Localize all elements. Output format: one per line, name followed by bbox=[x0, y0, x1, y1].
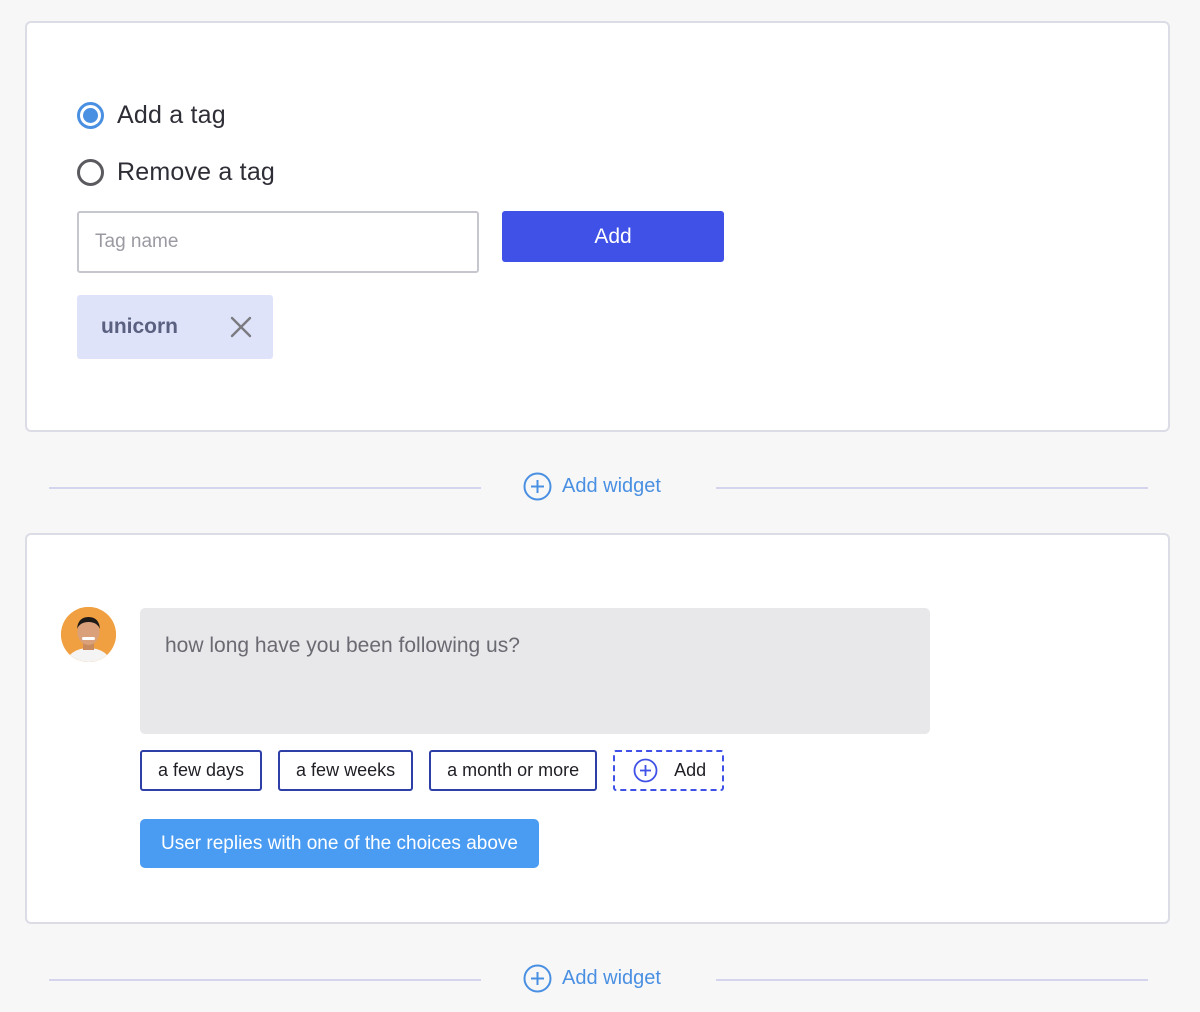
add-widget-label: Add widget bbox=[562, 967, 661, 989]
tag-chip-label: unicorn bbox=[101, 315, 178, 338]
avatar bbox=[61, 607, 116, 662]
add-widget-button[interactable]: Add widget bbox=[523, 472, 661, 501]
tag-widget-card: Add a tag Remove a tag Add unicorn bbox=[25, 21, 1170, 432]
choice-button[interactable]: a few days bbox=[140, 750, 263, 791]
close-icon[interactable] bbox=[229, 315, 253, 339]
plus-circle-icon bbox=[633, 758, 658, 783]
divider-line bbox=[49, 487, 481, 489]
divider-line bbox=[716, 487, 1148, 489]
choice-button[interactable]: a few weeks bbox=[278, 750, 414, 791]
add-widget-button[interactable]: Add widget bbox=[523, 964, 661, 993]
divider-line bbox=[716, 979, 1148, 981]
divider-line bbox=[49, 979, 481, 981]
radio-add-tag[interactable]: Add a tag bbox=[77, 101, 226, 130]
tag-chip: unicorn bbox=[77, 295, 273, 359]
reply-mode-button[interactable]: User replies with one of the choices abo… bbox=[140, 819, 539, 868]
add-choice-button[interactable]: Add bbox=[613, 750, 725, 791]
add-tag-button[interactable]: Add bbox=[502, 211, 724, 262]
chat-widget-card: how long have you been following us? a f… bbox=[25, 533, 1170, 924]
choice-button[interactable]: a month or more bbox=[429, 750, 598, 791]
plus-circle-icon bbox=[523, 964, 552, 993]
add-widget-divider: Add widget bbox=[0, 468, 1200, 508]
radio-add-tag-label: Add a tag bbox=[117, 101, 226, 129]
message-bubble[interactable]: how long have you been following us? bbox=[140, 608, 930, 734]
add-widget-divider: Add widget bbox=[0, 960, 1200, 1000]
tag-name-input[interactable] bbox=[77, 211, 479, 273]
add-choice-label: Add bbox=[674, 760, 707, 780]
radio-remove-tag[interactable]: Remove a tag bbox=[77, 158, 275, 187]
add-widget-label: Add widget bbox=[562, 475, 661, 497]
plus-circle-icon bbox=[523, 472, 552, 501]
radio-remove-tag-label: Remove a tag bbox=[117, 158, 276, 186]
radio-button-selected[interactable] bbox=[77, 102, 104, 129]
message-text: how long have you been following us? bbox=[165, 634, 520, 657]
quick-reply-choices: a few days a few weeks a month or more A… bbox=[140, 750, 725, 791]
radio-button-unselected[interactable] bbox=[77, 159, 104, 186]
